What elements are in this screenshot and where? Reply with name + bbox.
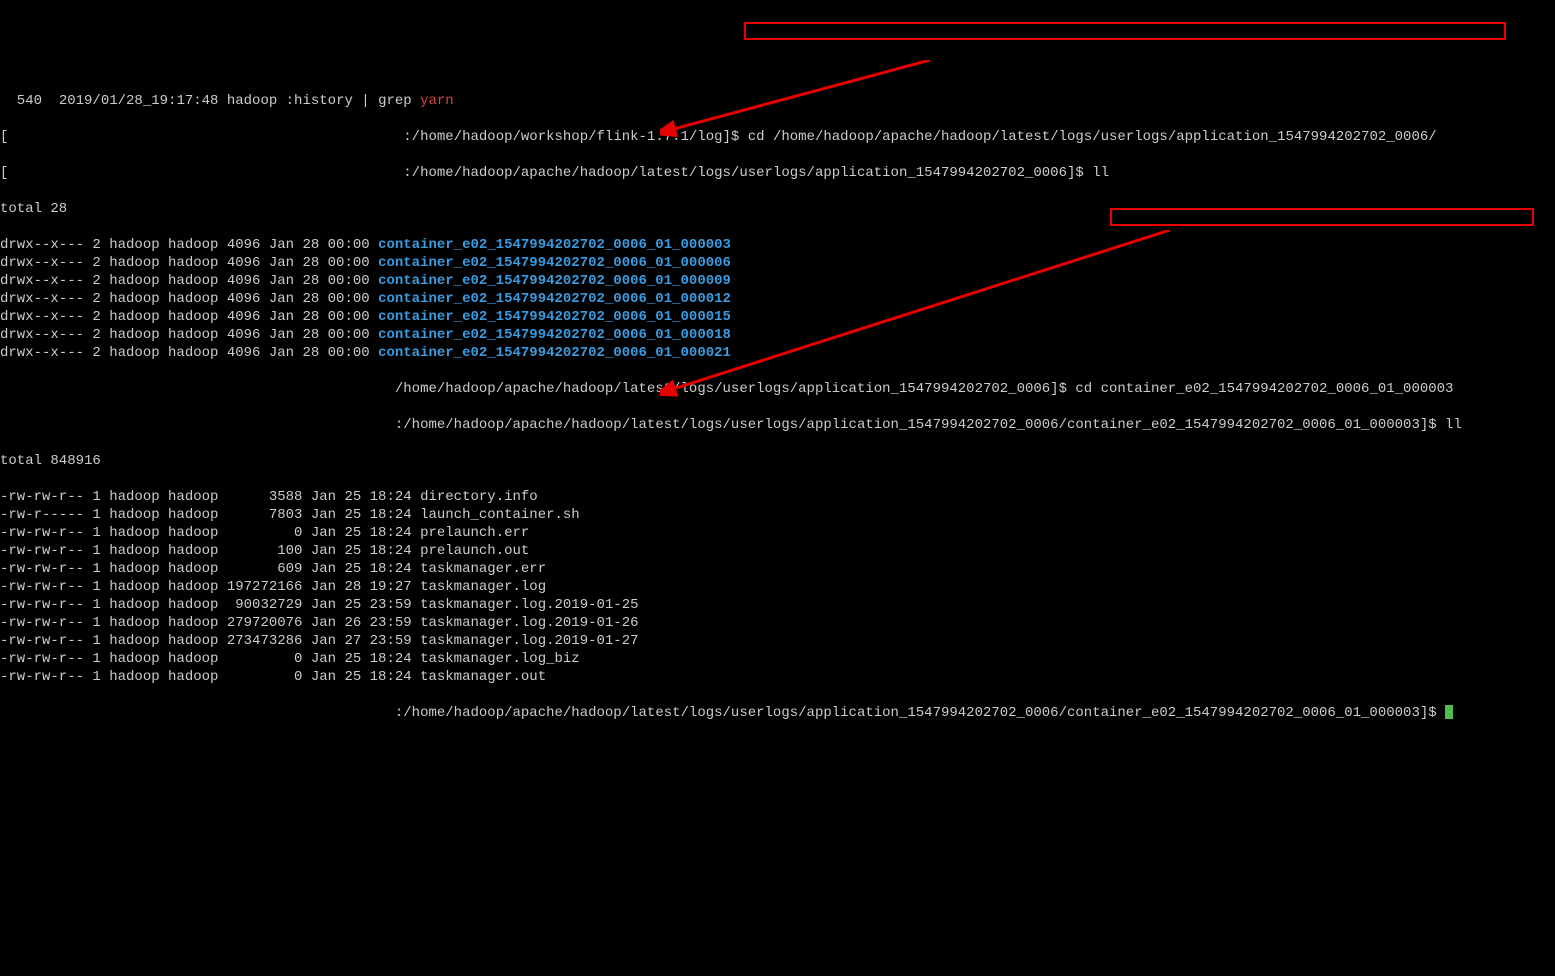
prompt-left: [0, 381, 395, 397]
prompt-line-1: [ l:/home/hadoop/workshop/flink-1.7.1/lo…: [0, 128, 1555, 146]
dir-row: drwx--x--- 2 hadoop hadoop 4096 Jan 28 0…: [0, 290, 1555, 308]
dir-name: container_e02_1547994202702_0006_01_0000…: [378, 273, 731, 289]
prompt-path: :/home/hadoop/apache/hadoop/latest/logs/…: [395, 417, 1445, 433]
terminal[interactable]: 540 2019/01/28_19:17:48 hadoop :history …: [0, 72, 1555, 742]
cd-command-1: cd /home/hadoop/apache/hadoop/latest/log…: [748, 129, 1437, 145]
dir-row: drwx--x--- 2 hadoop hadoop 4096 Jan 28 0…: [0, 254, 1555, 272]
cd-command-2: cd container_e02_1547994202702_0006_01_0…: [1075, 381, 1453, 397]
dir-meta: drwx--x--- 2 hadoop hadoop 4096 Jan 28 0…: [0, 255, 378, 271]
dir-meta: drwx--x--- 2 hadoop hadoop 4096 Jan 28 0…: [0, 237, 378, 253]
prompt-line-4: [ :/home/hadoop/apache/hadoop/latest/log…: [0, 416, 1555, 434]
grep-keyword: yarn: [420, 93, 454, 109]
file-row: -rw-rw-r-- 1 hadoop hadoop 609 Jan 25 18…: [0, 560, 1555, 578]
prompt-path: :/home/hadoop/workshop/flink-1.7.1/log]$: [403, 129, 747, 145]
history-line: 540 2019/01/28_19:17:48 hadoop :history …: [0, 92, 1555, 110]
dir-row: drwx--x--- 2 hadoop hadoop 4096 Jan 28 0…: [0, 272, 1555, 290]
file-row: -rw-rw-r-- 1 hadoop hadoop 3588 Jan 25 1…: [0, 488, 1555, 506]
total-line-1: total 28: [0, 200, 1555, 218]
dir-meta: drwx--x--- 2 hadoop hadoop 4096 Jan 28 0…: [0, 273, 378, 289]
file-row: -rw-rw-r-- 1 hadoop hadoop 197272166 Jan…: [0, 578, 1555, 596]
prompt-path: :/home/hadoop/apache/hadoop/latest/logs/…: [395, 705, 1445, 721]
prompt-host: l: [8, 129, 403, 145]
file-row: -rw-rw-r-- 1 hadoop hadoop 90032729 Jan …: [0, 596, 1555, 614]
dir-name: container_e02_1547994202702_0006_01_0000…: [378, 237, 731, 253]
file-row: -rw-rw-r-- 1 hadoop hadoop 0 Jan 25 18:2…: [0, 650, 1555, 668]
dir-row: drwx--x--- 2 hadoop hadoop 4096 Jan 28 0…: [0, 344, 1555, 362]
dir-meta: drwx--x--- 2 hadoop hadoop 4096 Jan 28 0…: [0, 327, 378, 343]
highlight-box-cd-app: [744, 22, 1506, 40]
dir-row: drwx--x--- 2 hadoop hadoop 4096 Jan 28 0…: [0, 236, 1555, 254]
file-row: -rw-rw-r-- 1 hadoop hadoop 273473286 Jan…: [0, 632, 1555, 650]
dir-row: drwx--x--- 2 hadoop hadoop 4096 Jan 28 0…: [0, 326, 1555, 344]
prompt-left: [: [0, 705, 395, 721]
file-row: -rw-rw-r-- 1 hadoop hadoop 0 Jan 25 18:2…: [0, 668, 1555, 686]
prompt-line-3: /home/hadoop/apache/hadoop/latest/logs/u…: [0, 380, 1555, 398]
prompt-host: [8, 165, 403, 181]
file-row: -rw-rw-r-- 1 hadoop hadoop 100 Jan 25 18…: [0, 542, 1555, 560]
dir-name: container_e02_1547994202702_0006_01_0000…: [378, 345, 731, 361]
ll-command-2: ll: [1445, 417, 1462, 433]
dir-name: container_e02_1547994202702_0006_01_0000…: [378, 327, 731, 343]
file-row: -rw-rw-r-- 1 hadoop hadoop 279720076 Jan…: [0, 614, 1555, 632]
dir-name: container_e02_1547994202702_0006_01_0000…: [378, 309, 731, 325]
file-row: -rw-rw-r-- 1 hadoop hadoop 0 Jan 25 18:2…: [0, 524, 1555, 542]
cursor: [1445, 705, 1453, 719]
prompt-path: :/home/hadoop/apache/hadoop/latest/logs/…: [403, 165, 1092, 181]
dir-row: drwx--x--- 2 hadoop hadoop 4096 Jan 28 0…: [0, 308, 1555, 326]
history-ts: 2019/01/28_19:17:48 hadoop :history | gr…: [50, 93, 420, 109]
prompt-line-2: [ :/home/hadoop/apache/hadoop/latest/log…: [0, 164, 1555, 182]
dir-meta: drwx--x--- 2 hadoop hadoop 4096 Jan 28 0…: [0, 345, 378, 361]
ll-command-1: ll: [1092, 165, 1109, 181]
dir-meta: drwx--x--- 2 hadoop hadoop 4096 Jan 28 0…: [0, 291, 378, 307]
prompt-left: [: [0, 417, 395, 433]
prompt-line-5: [ :/home/hadoop/apache/hadoop/latest/log…: [0, 704, 1555, 722]
dir-meta: drwx--x--- 2 hadoop hadoop 4096 Jan 28 0…: [0, 309, 378, 325]
history-num: 540: [0, 93, 50, 109]
prompt-path: /home/hadoop/apache/hadoop/latest/logs/u…: [395, 381, 1076, 397]
dir-name: container_e02_1547994202702_0006_01_0000…: [378, 255, 731, 271]
total-line-2: total 848916: [0, 452, 1555, 470]
file-row: -rw-r----- 1 hadoop hadoop 7803 Jan 25 1…: [0, 506, 1555, 524]
dir-name: container_e02_1547994202702_0006_01_0000…: [378, 291, 731, 307]
